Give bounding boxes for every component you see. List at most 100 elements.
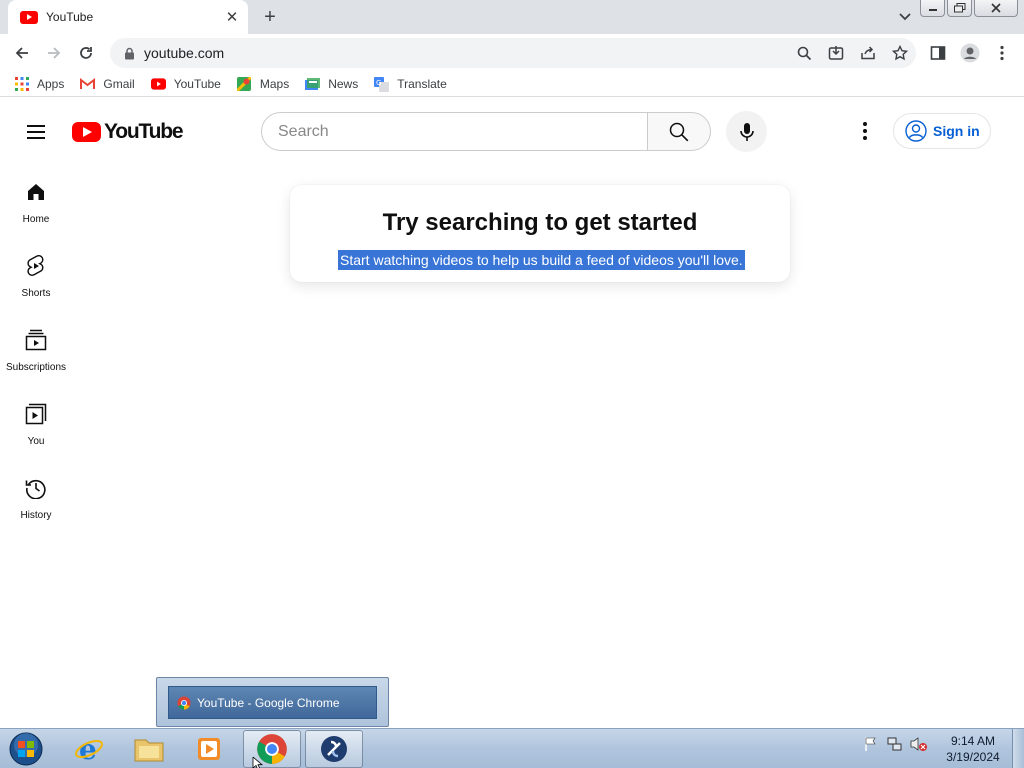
- action-center-flag-icon[interactable]: [862, 735, 880, 753]
- youtube-masthead: YouTube Search Sign in: [0, 98, 1024, 164]
- browser-toolbar: youtube.com: [0, 34, 1024, 72]
- bookmark-label: YouTube: [173, 77, 221, 91]
- windows-taskbar: e 9:14 AM 3/19/2024: [0, 728, 1024, 768]
- bookmark-label: Gmail: [103, 77, 135, 91]
- bookmark-label: Translate: [397, 77, 447, 91]
- translate-icon: G: [374, 76, 390, 92]
- guide-item-label: Home: [22, 214, 50, 225]
- subscriptions-icon: [24, 328, 48, 352]
- youtube-logo[interactable]: YouTube: [72, 120, 184, 144]
- internet-explorer-icon: e: [75, 734, 103, 764]
- mouse-pointer-icon: [252, 757, 264, 768]
- youtube-logo-icon: [72, 122, 101, 142]
- guide-item-label: Shorts: [21, 288, 51, 299]
- taskbar-internet-explorer[interactable]: e: [60, 730, 118, 768]
- youtube-favicon-icon: [20, 10, 38, 24]
- bookmark-translate[interactable]: G Translate: [374, 76, 447, 92]
- window-close-button[interactable]: [974, 0, 1018, 17]
- voice-search-button[interactable]: [726, 111, 767, 152]
- taskbar-file-explorer[interactable]: [120, 730, 178, 768]
- guide-item-label: Subscriptions: [5, 362, 67, 373]
- zoom-search-icon[interactable]: [788, 41, 820, 65]
- guide-item-label: History: [20, 510, 52, 521]
- sign-in-button[interactable]: Sign in: [893, 113, 991, 149]
- windows-start-orb-icon: [9, 732, 43, 766]
- volume-muted-icon[interactable]: [910, 735, 928, 753]
- bookmark-apps[interactable]: Apps: [14, 77, 64, 92]
- guide-item-shorts[interactable]: Shorts: [0, 242, 72, 316]
- chrome-icon: [177, 696, 191, 709]
- svg-text:G: G: [376, 79, 381, 87]
- mini-guide-sidebar: Home Shorts Subscriptions You History: [0, 168, 72, 538]
- history-icon: [24, 476, 48, 500]
- apps-grid-icon: [14, 77, 29, 92]
- system-tray: [862, 735, 928, 753]
- clock-date: 3/19/2024: [946, 750, 1000, 764]
- youtube-icon: [150, 77, 166, 92]
- system-clock[interactable]: 9:14 AM 3/19/2024: [936, 733, 1010, 765]
- sign-in-label: Sign in: [933, 123, 980, 139]
- guide-item-history[interactable]: History: [0, 464, 72, 538]
- clock-time: 9:14 AM: [950, 734, 996, 748]
- start-button[interactable]: [6, 731, 46, 767]
- install-app-icon[interactable]: [820, 41, 852, 65]
- bookmark-label: News: [328, 77, 359, 91]
- guide-item-subscriptions[interactable]: Subscriptions: [0, 316, 72, 390]
- bookmark-star-icon[interactable]: [884, 41, 916, 65]
- side-panel-icon[interactable]: [926, 41, 950, 65]
- bookmark-youtube[interactable]: YouTube: [150, 77, 221, 92]
- restore-button[interactable]: [947, 0, 972, 17]
- microphone-icon: [739, 122, 754, 141]
- minimize-button[interactable]: [920, 0, 945, 17]
- you-icon: [24, 402, 48, 426]
- bookmark-label: Apps: [37, 77, 65, 91]
- gmail-icon: [80, 77, 96, 92]
- window-controls: [920, 0, 1018, 17]
- svg-text:e: e: [79, 734, 97, 764]
- guide-item-label: You: [27, 436, 45, 447]
- bookmark-gmail[interactable]: Gmail: [80, 77, 135, 92]
- maps-icon: [237, 77, 252, 92]
- feed-nudge-card: Try searching to get started Start watch…: [290, 185, 790, 282]
- forward-arrow-icon[interactable]: [42, 41, 66, 65]
- taskbar-media-player[interactable]: [180, 730, 238, 768]
- folder-icon: [134, 739, 164, 762]
- search-button[interactable]: [647, 112, 711, 151]
- search-icon: [669, 122, 689, 141]
- guide-item-home[interactable]: Home: [0, 168, 72, 242]
- lock-icon[interactable]: [122, 46, 136, 60]
- browser-tab-strip: YouTube ✕ +: [0, 0, 1024, 34]
- guide-item-you[interactable]: You: [0, 390, 72, 464]
- thumbnail-window-item[interactable]: YouTube - Google Chrome: [168, 686, 377, 719]
- search-input[interactable]: Search: [261, 112, 648, 151]
- bookmark-news[interactable]: News: [305, 77, 358, 92]
- nudge-title: Try searching to get started: [382, 209, 698, 236]
- tools-app-icon: [321, 736, 347, 762]
- guide-menu-icon[interactable]: [24, 120, 48, 144]
- url-text[interactable]: youtube.com: [144, 45, 788, 61]
- nudge-subtitle-selected[interactable]: Start watching videos to help us build a…: [338, 250, 745, 270]
- network-icon[interactable]: [886, 735, 904, 753]
- back-arrow-icon[interactable]: [10, 41, 34, 65]
- bookmark-maps[interactable]: Maps: [237, 77, 289, 92]
- browser-tab-youtube[interactable]: YouTube ✕: [8, 0, 248, 34]
- show-desktop-button[interactable]: [1012, 729, 1024, 768]
- profile-avatar-icon[interactable]: [958, 41, 982, 65]
- bookmark-label: Maps: [259, 77, 290, 91]
- settings-more-icon[interactable]: [853, 119, 877, 143]
- thumbnail-title: YouTube - Google Chrome: [197, 695, 340, 710]
- share-icon[interactable]: [852, 41, 884, 65]
- media-player-icon: [198, 738, 220, 760]
- account-circle-icon: [905, 120, 927, 142]
- news-icon: [305, 77, 321, 92]
- bookmarks-bar: Apps Gmail YouTube Maps News G Translate: [0, 72, 1024, 97]
- tab-close-icon[interactable]: ✕: [222, 7, 242, 27]
- tab-title: YouTube: [46, 10, 94, 24]
- reload-icon[interactable]: [74, 41, 98, 65]
- taskbar-tools-app[interactable]: [305, 730, 363, 768]
- browser-menu-icon[interactable]: [990, 41, 1014, 65]
- new-tab-button[interactable]: +: [258, 6, 282, 28]
- home-icon: [24, 180, 48, 204]
- address-bar[interactable]: youtube.com: [110, 38, 916, 68]
- tab-search-chevron-icon[interactable]: [894, 6, 916, 28]
